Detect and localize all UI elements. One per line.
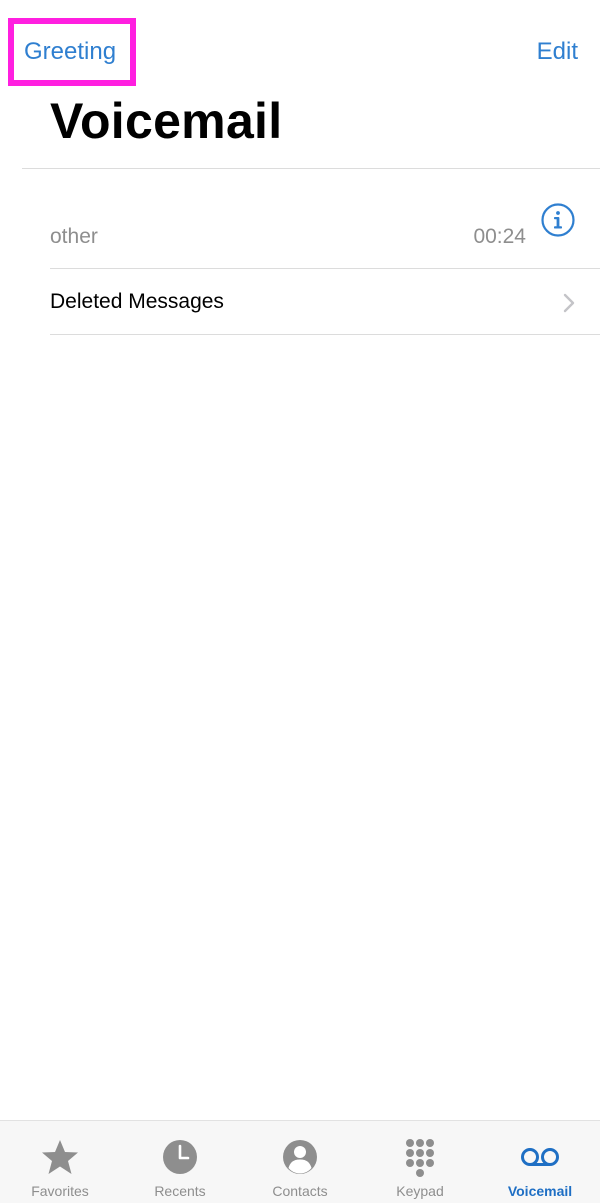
edit-button[interactable]: Edit (537, 38, 578, 66)
tab-label: Contacts (272, 1183, 328, 1199)
row-divider (50, 268, 600, 269)
deleted-messages-row[interactable]: Deleted Messages (0, 270, 600, 334)
tab-recents[interactable]: Recents (120, 1121, 240, 1203)
tab-contacts[interactable]: Contacts (240, 1121, 360, 1203)
voicemail-duration: 00:24 (473, 225, 526, 248)
tab-bar: Favorites Recents Contacts Keypad Voicem… (0, 1120, 600, 1203)
row-divider (50, 334, 600, 335)
voicemail-icon (521, 1148, 559, 1166)
chevron-right-icon (563, 293, 575, 313)
page-title: Voicemail (50, 93, 283, 149)
info-icon[interactable] (540, 202, 576, 238)
deleted-messages-label: Deleted Messages (50, 290, 224, 313)
keypad-icon (406, 1139, 434, 1177)
tab-label: Favorites (31, 1183, 89, 1199)
voicemail-caller: other (50, 225, 98, 248)
tab-voicemail[interactable]: Voicemail (480, 1121, 600, 1203)
tab-keypad[interactable]: Keypad (360, 1121, 480, 1203)
voicemail-row[interactable]: other 00:24 (0, 170, 600, 268)
star-icon (42, 1140, 78, 1174)
voicemail-screen: Greeting Edit Voicemail other 00:24 Dele… (0, 0, 600, 1203)
tab-label: Recents (154, 1183, 206, 1199)
title-divider (22, 168, 600, 169)
greeting-button[interactable]: Greeting (24, 38, 116, 66)
tab-favorites[interactable]: Favorites (0, 1121, 120, 1203)
person-icon (283, 1140, 317, 1174)
clock-icon (163, 1140, 197, 1174)
tab-label: Voicemail (507, 1183, 573, 1199)
tab-label: Keypad (396, 1183, 444, 1199)
